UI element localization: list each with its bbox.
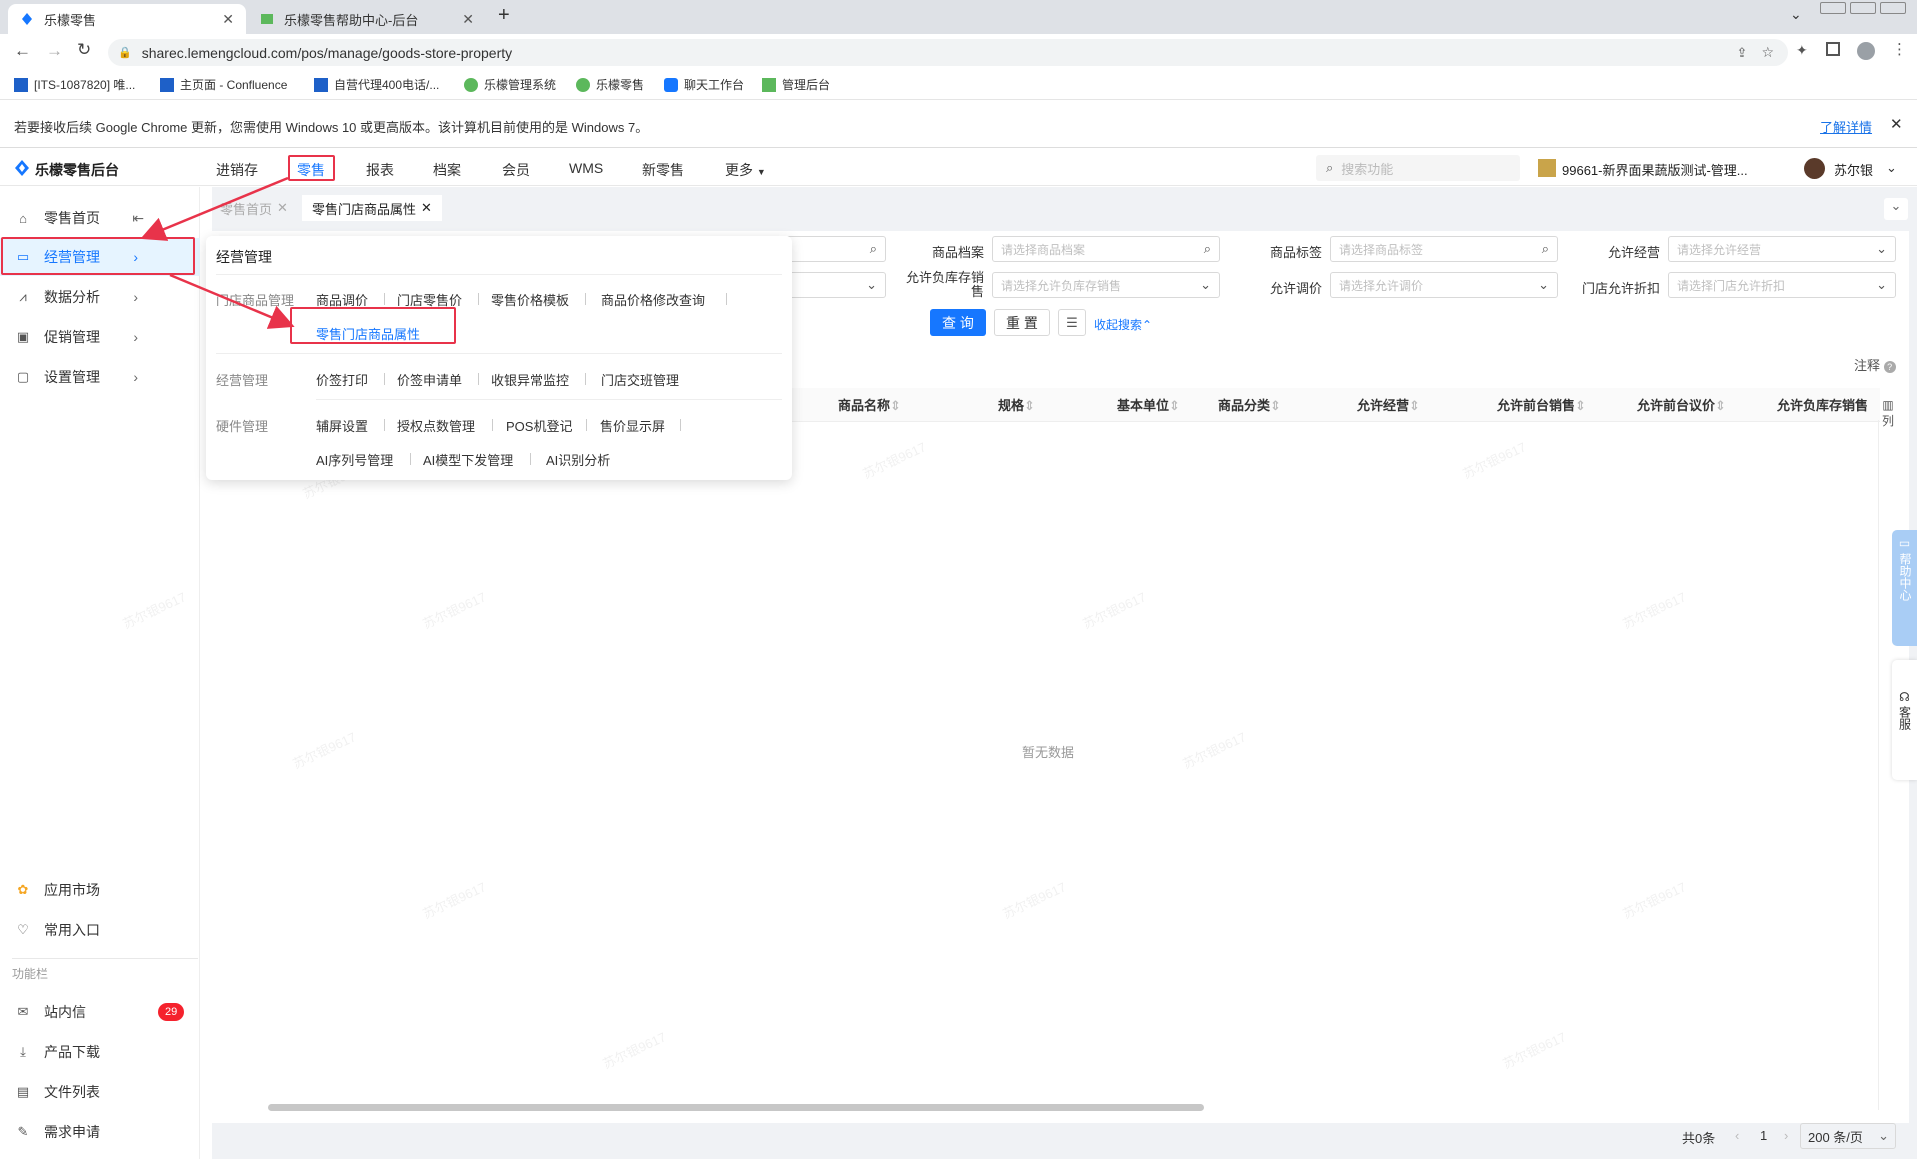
annotation-arrows: [140, 176, 295, 329]
arrow-nav-to-sidebar: [140, 176, 289, 241]
arrow-sidebar-to-menu: [169, 273, 295, 329]
